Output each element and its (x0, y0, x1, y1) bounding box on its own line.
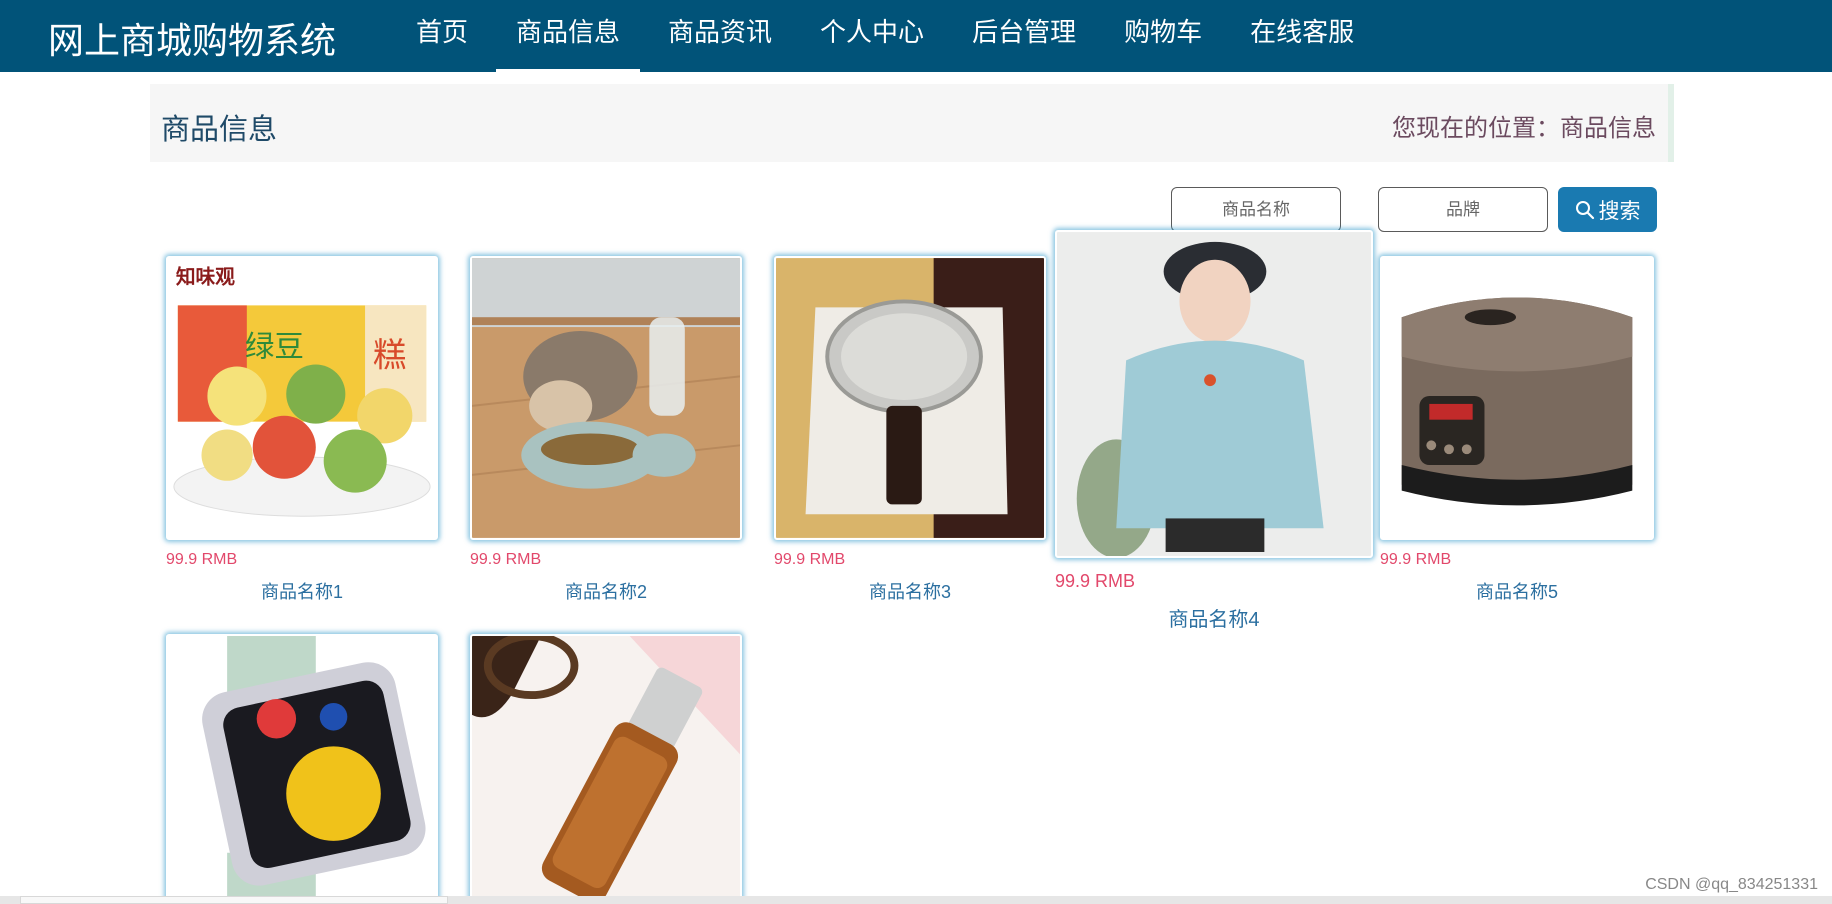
main-nav: 首页 商品信息 商品资讯 个人中心 后台管理 购物车 在线客服 (392, 0, 1378, 72)
product-image[interactable] (470, 256, 742, 540)
mirror-device-image (776, 258, 1044, 538)
nav-item-support[interactable]: 在线客服 (1226, 0, 1378, 72)
product-image[interactable] (470, 634, 742, 904)
product-name[interactable]: 商品名称5 (1380, 578, 1654, 604)
product-image[interactable]: 知味观 绿豆 糕 (166, 256, 438, 540)
brand-search-input[interactable] (1378, 187, 1548, 232)
svg-text:绿豆: 绿豆 (245, 330, 304, 364)
nav-item-news[interactable]: 商品资讯 (644, 0, 796, 72)
product-price: 99.9 RMB (1380, 551, 1452, 568)
search-icon (1575, 200, 1594, 219)
product-name[interactable]: 商品名称1 (166, 578, 438, 604)
nav-item-home[interactable]: 首页 (392, 0, 492, 72)
watermark: CSDN @qq_834251331 (1645, 876, 1818, 893)
mooncake-image: 知味观 绿豆 糕 (168, 258, 436, 538)
product-name-search-input[interactable] (1171, 187, 1341, 232)
nav-item-cart[interactable]: 购物车 (1100, 0, 1226, 72)
nav-item-profile[interactable]: 个人中心 (796, 0, 948, 72)
horizontal-scrollbar[interactable] (0, 896, 1832, 904)
product-price: 99.9 RMB (774, 551, 846, 568)
product-image[interactable] (774, 256, 1046, 540)
search-button[interactable]: 搜索 (1558, 187, 1657, 232)
product-image[interactable] (166, 634, 438, 904)
site-brand[interactable]: 网上商城购物系统 (48, 12, 336, 64)
rice-cooker-image (1382, 258, 1652, 538)
product-name[interactable]: 商品名称4 (1055, 603, 1373, 632)
cat-feeder-image (472, 258, 740, 538)
page-title: 商品信息 (161, 114, 278, 146)
top-navbar: 网上商城购物系统 首页 商品信息 商品资讯 个人中心 后台管理 购物车 在线客服 (0, 0, 1832, 72)
svg-text:知味观: 知味观 (176, 266, 235, 289)
serum-bottle-image (472, 636, 740, 902)
product-image[interactable] (1055, 230, 1373, 558)
product-price: 99.9 RMB (470, 551, 542, 568)
nav-item-admin[interactable]: 后台管理 (948, 0, 1100, 72)
product-price: 99.9 RMB (1055, 571, 1136, 591)
product-name[interactable]: 商品名称2 (470, 578, 742, 604)
product-image[interactable] (1380, 256, 1654, 540)
page-header: 商品信息 您现在的位置：商品信息 (150, 84, 1674, 162)
breadcrumb: 您现在的位置：商品信息 (1392, 115, 1656, 142)
hoodie-model-image (1057, 232, 1371, 556)
search-button-label: 搜索 (1598, 199, 1641, 223)
product-name[interactable]: 商品名称3 (774, 578, 1046, 604)
svg-text:糕: 糕 (373, 335, 407, 374)
nav-item-products[interactable]: 商品信息 (492, 0, 644, 72)
product-price: 99.9 RMB (166, 551, 238, 568)
smartwatch-image (168, 636, 436, 902)
scrollbar-thumb[interactable] (20, 896, 448, 904)
